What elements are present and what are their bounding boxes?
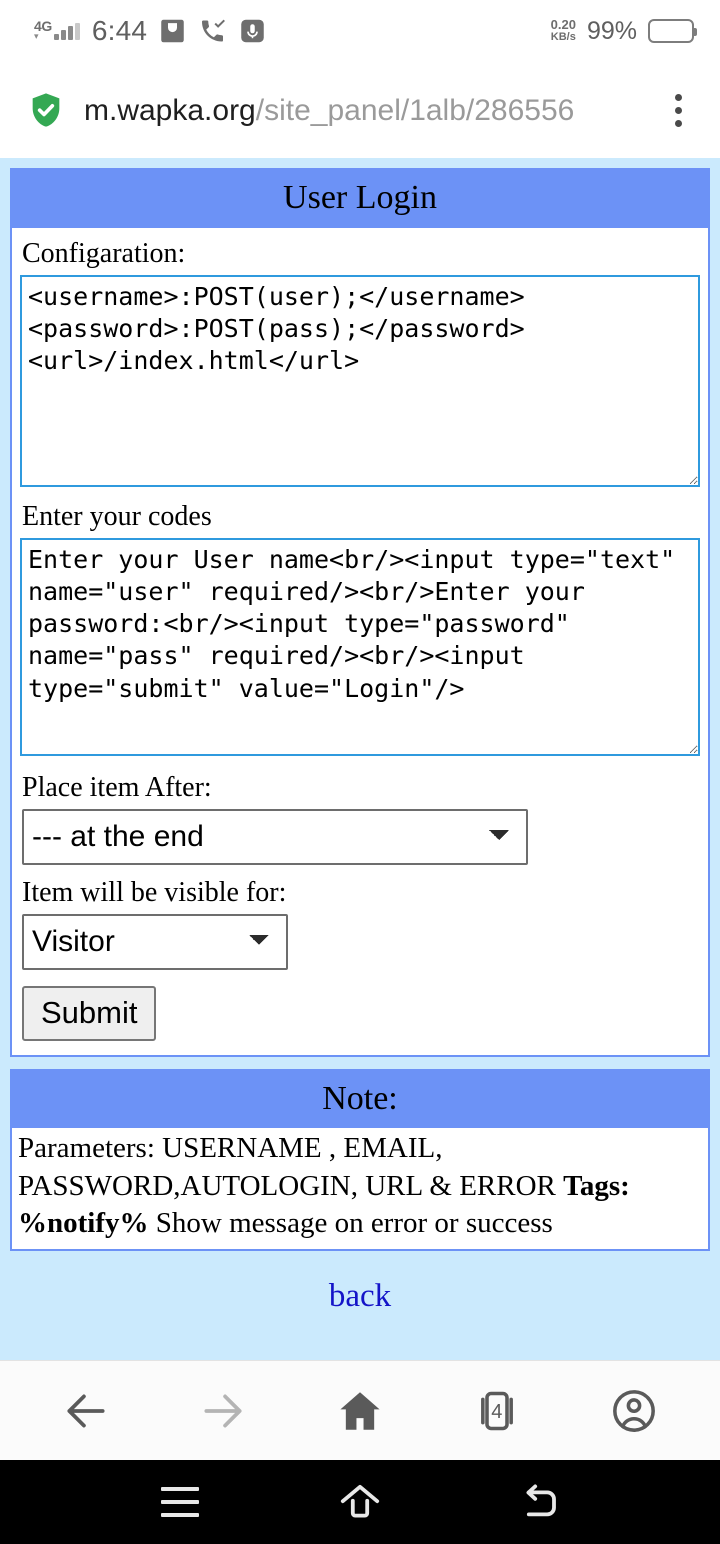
enter-codes-label: Enter your codes [22, 500, 212, 532]
battery-percent-label: 99% [586, 16, 637, 45]
tabs-icon[interactable]: 4 [454, 1368, 540, 1454]
configuration-label: Configaration: [22, 237, 186, 269]
overflow-menu-icon[interactable] [656, 86, 700, 134]
account-icon[interactable] [591, 1368, 677, 1454]
back-link-row: back [10, 1263, 710, 1327]
note-panel-title: Note: [12, 1070, 708, 1128]
signal-bars-icon [53, 22, 80, 40]
url-text[interactable]: m.wapka.org/site_panel/1alb/286556 [84, 94, 638, 127]
user-login-panel: User Login Configaration: Enter your cod… [10, 168, 710, 1057]
menu-icon[interactable] [140, 1472, 220, 1532]
back-link[interactable]: back [329, 1278, 391, 1314]
place-item-after-select[interactable]: --- at the end [22, 808, 528, 865]
message-icon [159, 17, 186, 45]
note-panel: Note: Parameters: USERNAME , EMAIL, PASS… [10, 1068, 710, 1252]
back-icon[interactable] [500, 1472, 580, 1532]
back-arrow-icon[interactable] [43, 1368, 129, 1454]
item-visible-for-label: Item will be visible for: [22, 876, 287, 908]
missed-call-icon [198, 17, 227, 45]
microphone-icon [239, 17, 266, 45]
url-path: /site_panel/1alb/286556 [255, 93, 575, 127]
item-visible-for-select[interactable]: Visitor [22, 913, 288, 970]
forward-arrow-icon[interactable] [180, 1368, 266, 1454]
tab-count-label: 4 [491, 1400, 503, 1423]
status-bar: 4G ▾ 6:44 0.20 KB/s 99% [0, 0, 720, 62]
device-screen: 4G ▾ 6:44 0.20 KB/s 99% m.wapka.org/site… [0, 0, 720, 1544]
user-login-form: Configaration: Enter your codes Place it… [12, 227, 708, 1055]
shield-check-icon [26, 90, 66, 130]
submit-button[interactable]: Submit [22, 985, 157, 1041]
data-speed-unit: KB/s [550, 31, 576, 44]
battery-icon [648, 19, 697, 43]
note-parameters-line: Parameters: USERNAME , EMAIL, PASSWORD,A… [18, 1132, 556, 1202]
configuration-textarea[interactable] [20, 274, 700, 487]
url-host: m.wapka.org [84, 93, 256, 127]
status-bar-clock: 6:44 [91, 15, 148, 46]
status-bar-right: 0.20 KB/s 99% [551, 16, 697, 45]
browser-bottom-nav: 4 [0, 1360, 720, 1460]
place-item-after-label: Place item After: [22, 771, 212, 803]
user-login-panel-title: User Login [12, 170, 708, 228]
note-tags-rest: Show message on error or success [148, 1207, 553, 1240]
data-speed-value: 0.20 [550, 17, 576, 33]
note-panel-body: Parameters: USERNAME , EMAIL, PASSWORD,A… [12, 1128, 708, 1250]
browser-url-bar[interactable]: m.wapka.org/site_panel/1alb/286556 [0, 62, 720, 158]
home-icon[interactable] [317, 1368, 403, 1454]
home-icon[interactable] [320, 1472, 400, 1532]
page-viewport: User Login Configaration: Enter your cod… [0, 158, 720, 1360]
codes-textarea[interactable] [20, 537, 700, 756]
android-system-nav [0, 1460, 720, 1544]
status-bar-left: 4G ▾ 6:44 [34, 17, 266, 45]
data-speed-indicator: 0.20 KB/s [551, 18, 576, 43]
signal-icon: 4G ▾ [34, 19, 80, 40]
